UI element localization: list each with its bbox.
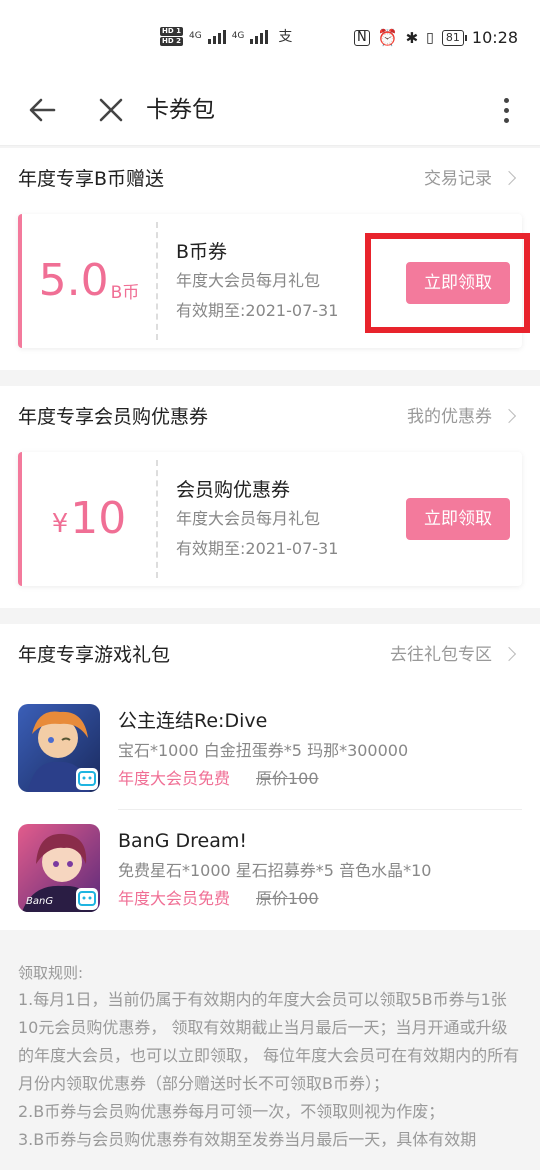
row-divider [118,809,522,810]
game-original-price: 原价100 [256,769,319,788]
game-name: 公主连结Re:Dive [118,710,268,732]
close-icon[interactable] [96,92,126,128]
signal-icon [207,28,226,44]
alipay-icon: 支 [278,29,293,45]
coupon-divider [156,460,158,578]
status-bar: HD 1 HD 2 4G 4G 支 N ⏰ ✱ ▯ 81 10:28 [0,0,540,78]
rules-line-3: 3.B币券与会员购优惠券有效期至发券当月最后一天，具体有效期 [18,1130,477,1149]
status-left: HD 1 HD 2 4G 4G 支 [160,26,292,46]
game-name: BanG Dream! [118,830,247,852]
battery-icon: 81 [441,29,467,46]
status-right: N ⏰ ✱ ▯ 81 10:28 [353,28,518,47]
coupon-divider [156,222,158,340]
bcoin-section-header: 年度专享B币赠送 交易记录 [18,164,517,194]
game-row-princess-connect[interactable]: 公主连结Re:Dive 宝石*1000 白金扭蛋券*5 玛那*300000 年度… [18,704,522,810]
hd-badges: HD 1 HD 2 [160,26,183,46]
hd2-badge: HD 2 [160,36,183,46]
game-row-bang-dream[interactable]: BanG BanG Dream! 免费星石*1000 星石招募券*5 音色水晶*… [18,824,522,930]
game-gift-section: 年度专享游戏礼包 去往礼包专区 公主连结Re:Dive 宝石*1000 白金扭蛋… [0,624,540,930]
network-2-label: 4G [231,31,245,41]
network-1-label: 4G [188,31,202,41]
chevron-right-icon [501,408,517,424]
member-coupon-section: 年度专享会员购优惠券 我的优惠券 ¥ 10 会员购优惠券 年度大会员每月礼包 有… [0,386,540,608]
more-icon[interactable] [498,92,514,128]
toolbar: 卡券包 [0,78,540,146]
alarm-icon: ⏰ [377,28,398,47]
currency-symbol: ¥ [51,509,69,539]
my-coupons-link[interactable]: 我的优惠券 [407,402,517,432]
clock: 10:28 [471,28,518,47]
bang-dream-game-icon: BanG [18,824,100,912]
game-items: 免费星石*1000 星石招募券*5 音色水晶*10 [118,861,432,880]
transaction-records-link[interactable]: 交易记录 [424,164,517,194]
bcoin-amount-value: 5.0 [38,255,109,306]
rules-title: 领取规则: [18,964,84,982]
member-section-title: 年度专享会员购优惠券 [18,406,209,428]
bcoin-coupon-expiry: 有效期至:2021-07-31 [176,301,339,320]
game-original-price: 原价100 [256,889,319,908]
rules-line-2: 2.B币券与会员购优惠券每月可领一次，不领取则视为作废； [18,1102,445,1121]
back-icon[interactable] [26,92,62,128]
game-free-label: 年度大会员免费 [118,889,231,908]
bcoin-amount-unit: B币 [110,282,140,303]
my-coupons-label: 我的优惠券 [407,407,492,427]
signal-icon-2 [250,28,269,44]
hd1-badge: HD 1 [160,26,183,36]
nfc-icon: N [353,29,370,46]
highlight-box [365,233,530,333]
bluetooth-icon: ✱ [405,28,419,47]
svg-text:BanG: BanG [26,896,53,907]
game-items: 宝石*1000 白金扭蛋券*5 玛那*300000 [118,741,409,760]
bcoin-amount: 5.0 B币 [22,214,156,348]
gift-zone-label: 去往礼包专区 [390,645,492,665]
bcoin-coupon-desc: 年度大会员每月礼包 [176,271,321,290]
rules-line-1: 1.每月1日，当前仍属于有效期内的年度大会员可以领取5B币券与1张10元会员购优… [18,990,520,1093]
bcoin-coupon-name: B币券 [176,241,228,263]
member-section-header: 年度专享会员购优惠券 我的优惠券 [18,402,517,432]
gift-zone-link[interactable]: 去往礼包专区 [390,640,517,670]
member-coupon-amount: ¥ 10 [22,452,156,586]
game-section-title: 年度专享游戏礼包 [18,644,171,666]
page-title: 卡券包 [146,97,215,123]
game-section-header: 年度专享游戏礼包 去往礼包专区 [18,640,517,670]
game-free-label: 年度大会员免费 [118,769,231,788]
transaction-records-label: 交易记录 [424,169,492,189]
member-coupon-name: 会员购优惠券 [176,479,291,501]
claim-member-coupon-button[interactable]: 立即领取 [406,498,510,540]
member-coupon-card: ¥ 10 会员购优惠券 年度大会员每月礼包 有效期至:2021-07-31 立即… [18,452,522,586]
member-coupon-desc: 年度大会员每月礼包 [176,509,321,528]
bcoin-section-title: 年度专享B币赠送 [18,168,165,190]
member-coupon-value: 10 [70,493,127,544]
claim-rules: 领取规则: 1.每月1日，当前仍属于有效期内的年度大会员可以领取5B币券与1张1… [0,930,540,1170]
vibrate-icon: ▯ [426,29,434,46]
princess-connect-game-icon [18,704,100,792]
chevron-right-icon [501,646,517,662]
chevron-right-icon [501,170,517,186]
member-coupon-expiry: 有效期至:2021-07-31 [176,539,339,558]
